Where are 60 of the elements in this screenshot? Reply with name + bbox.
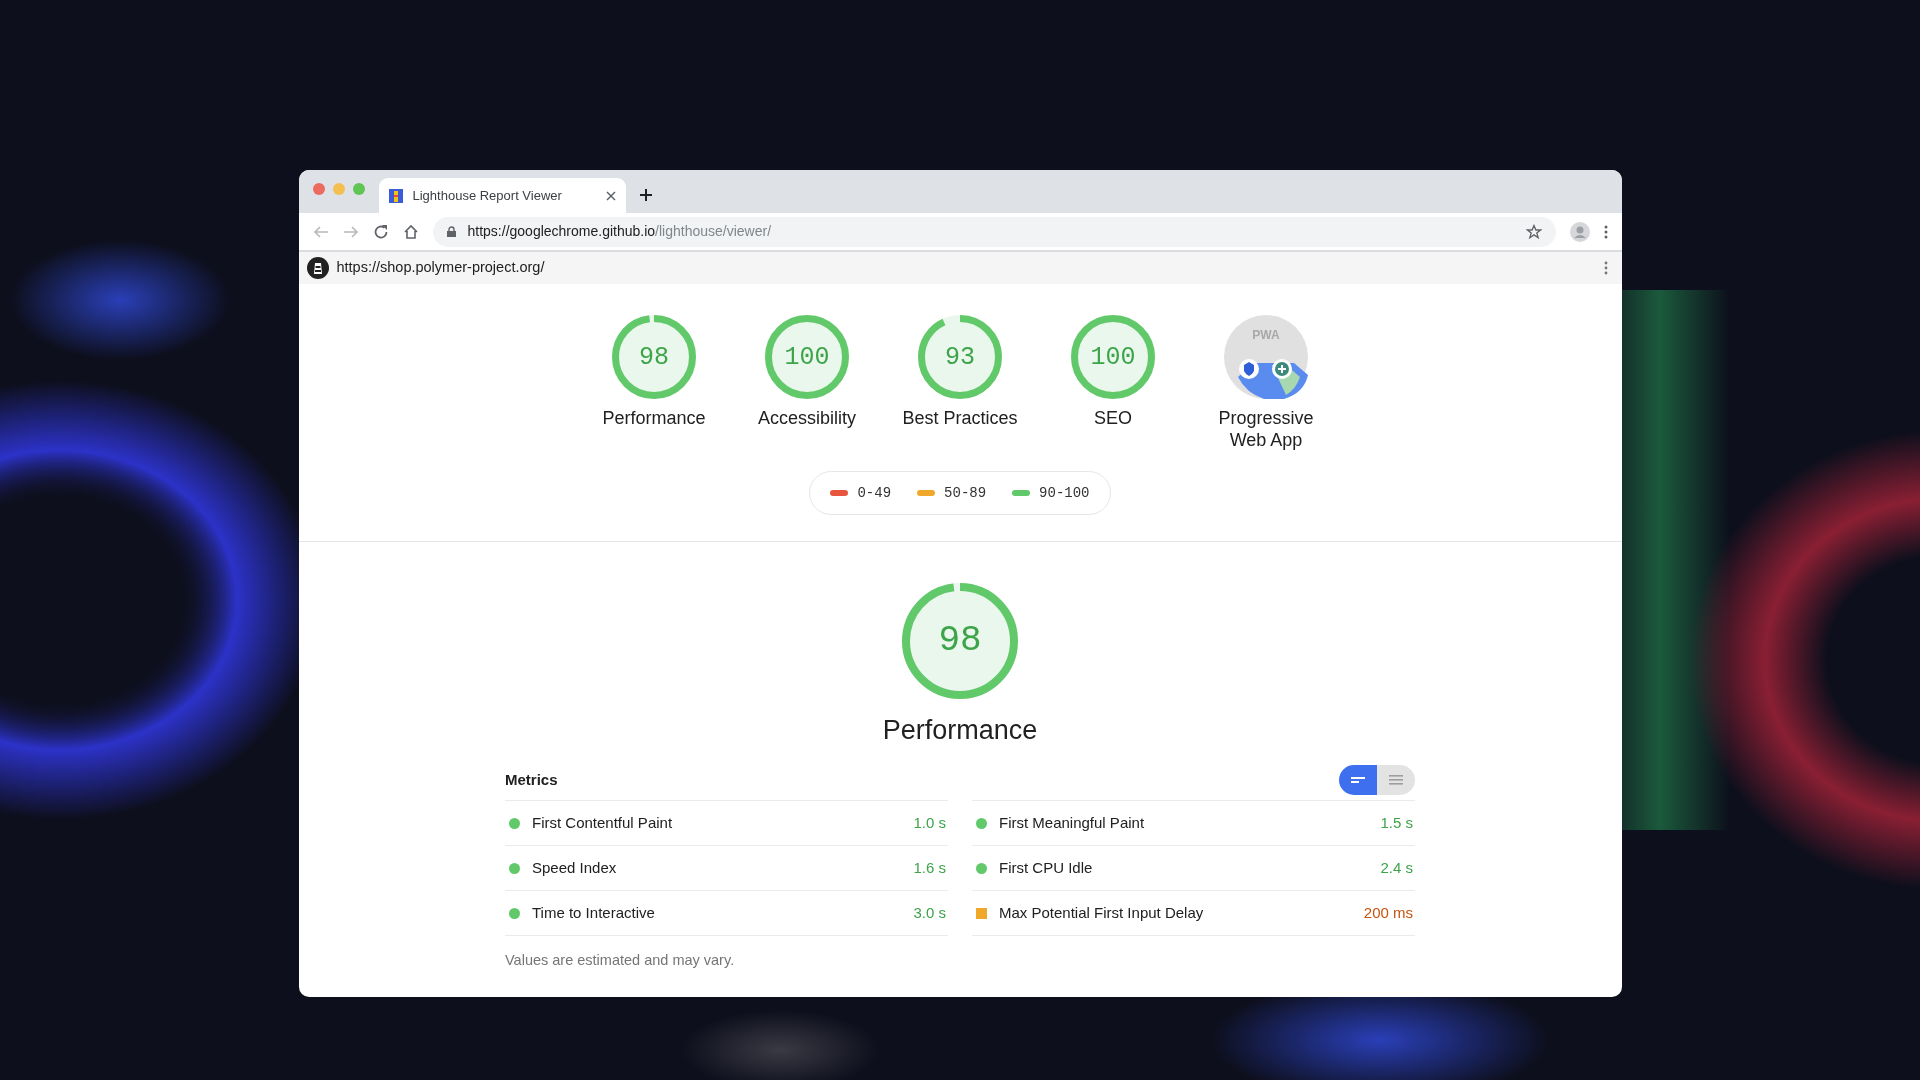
category-title: Performance bbox=[882, 714, 1038, 747]
metric-name: Max Potential First Input Delay bbox=[999, 902, 1205, 923]
gauge-label: Best Practices bbox=[901, 407, 1019, 429]
dot-icon bbox=[976, 862, 987, 874]
square-icon bbox=[976, 907, 987, 919]
score-gauge[interactable]: 98 Performance bbox=[577, 315, 731, 451]
score-gauge[interactable]: 100 SEO bbox=[1036, 315, 1190, 451]
view-toggle-button[interactable] bbox=[1377, 765, 1415, 795]
pwa-badge-icon bbox=[1224, 315, 1308, 399]
list-view-icon bbox=[1389, 774, 1403, 786]
dot-icon bbox=[509, 817, 520, 829]
dot-icon bbox=[509, 862, 520, 874]
score-gauge[interactable]: 93 Best Practices bbox=[883, 315, 1037, 451]
gauge-label: Performance bbox=[601, 407, 707, 429]
metric-name: First Meaningful Paint bbox=[999, 812, 1146, 833]
score-number: 100 bbox=[783, 344, 831, 370]
compact-view-icon bbox=[1351, 774, 1365, 786]
plus-icon[interactable] bbox=[639, 188, 652, 201]
legend-range: 90-100 bbox=[1039, 483, 1090, 503]
browser-tab[interactable]: Lighthouse Report Viewer bbox=[378, 178, 626, 213]
metric-value: 1.6 s bbox=[913, 857, 946, 878]
metric-name: First Contentful Paint bbox=[532, 812, 674, 833]
score-number: 98 bbox=[937, 623, 983, 659]
avatar-icon[interactable] bbox=[1569, 221, 1590, 242]
metric-value: 1.0 s bbox=[913, 812, 946, 833]
gauge-label: SEO bbox=[1093, 407, 1133, 429]
section-heading: Metrics bbox=[505, 769, 558, 790]
gauge-label: Accessibility bbox=[757, 407, 857, 429]
close-icon[interactable] bbox=[605, 190, 616, 201]
star-icon[interactable] bbox=[1525, 223, 1542, 240]
gauge-label: Progressive Web App bbox=[1217, 407, 1315, 451]
report-url: https://shop.polymer-project.org/ bbox=[336, 258, 546, 278]
metric-value: 3.0 s bbox=[913, 902, 946, 923]
dot-icon bbox=[509, 907, 520, 919]
menu-icon[interactable] bbox=[1603, 261, 1608, 275]
view-toggle-button[interactable] bbox=[1339, 765, 1377, 795]
score-gauge[interactable]: 100 Accessibility bbox=[730, 315, 884, 451]
lighthouse-logo-icon bbox=[306, 257, 329, 279]
metric-name: Speed Index bbox=[532, 857, 618, 878]
home-icon[interactable] bbox=[402, 223, 419, 240]
metric-value: 200 ms bbox=[1363, 902, 1413, 923]
metric-name: First CPU Idle bbox=[999, 857, 1094, 878]
score-gauge[interactable]: PWA Progressive Web App bbox=[1189, 315, 1343, 451]
score-number: 98 bbox=[638, 344, 670, 370]
footnote: Values are estimated and may vary. bbox=[505, 951, 736, 970]
legend-range: 50-89 bbox=[944, 483, 987, 503]
legend-range: 0-49 bbox=[857, 483, 892, 503]
dot-icon bbox=[976, 817, 987, 829]
score-number: 93 bbox=[944, 344, 976, 370]
menu-icon[interactable] bbox=[1603, 224, 1608, 239]
lock-icon bbox=[446, 226, 456, 237]
lighthouse-favicon-icon bbox=[388, 188, 403, 203]
metric-value: 2.4 s bbox=[1380, 857, 1413, 878]
metric-value: 1.5 s bbox=[1380, 812, 1413, 833]
address-bar[interactable]: https://googlechrome.github.io/lighthouse/viewer/ bbox=[432, 216, 1556, 247]
url-text: https://googlechrome.github.io/lighthouse/viewer/ bbox=[467, 222, 773, 241]
score-number: 100 bbox=[1089, 344, 1137, 370]
metric-name: Time to Interactive bbox=[532, 902, 656, 923]
pwa-badge-text: PWA bbox=[1251, 329, 1281, 341]
reload-icon[interactable] bbox=[372, 223, 389, 240]
